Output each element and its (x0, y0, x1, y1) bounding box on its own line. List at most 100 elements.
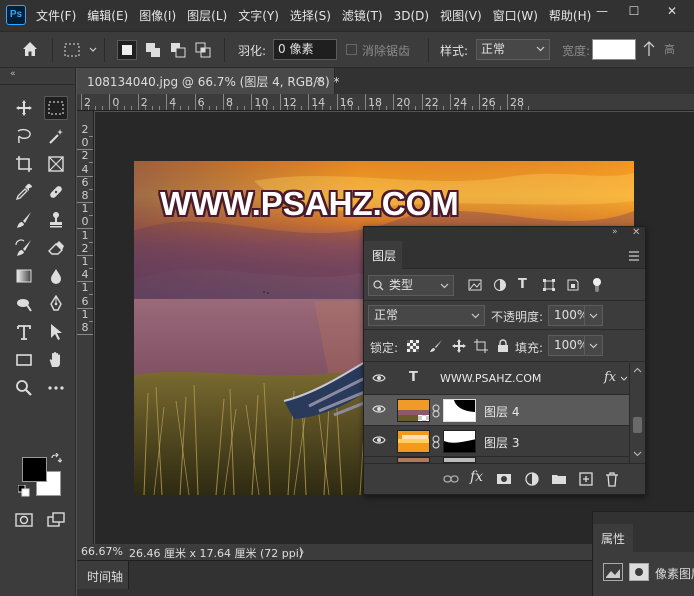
layer-mask-thumbnail[interactable] (443, 399, 476, 422)
frame-tool-icon[interactable] (44, 152, 68, 176)
filter-smart-object-icon[interactable] (566, 278, 580, 295)
lock-transparent-pixels-icon[interactable] (407, 340, 419, 355)
layer-filter-select[interactable]: 类型 (368, 275, 454, 296)
fill-dropdown-button[interactable] (584, 335, 603, 356)
filter-type-icon[interactable]: T (518, 277, 527, 292)
maximize-button[interactable]: ☐ (618, 0, 650, 22)
layer-row-3[interactable]: 图层 3 (364, 426, 629, 457)
collapse-toolbar-icon[interactable]: « (10, 69, 16, 79)
zoom-tool-icon[interactable] (12, 376, 36, 400)
rectangular-marquee-tool-icon[interactable] (44, 96, 68, 120)
hand-tool-icon[interactable] (44, 348, 68, 372)
swap-colors-icon[interactable] (50, 452, 63, 468)
visibility-eye-icon[interactable] (372, 435, 386, 445)
layers-scrollbar[interactable] (629, 363, 645, 463)
screen-mode-icon[interactable] (44, 508, 68, 532)
new-group-icon[interactable] (551, 471, 567, 487)
menu-item[interactable]: 选择(S) (290, 7, 331, 24)
style-select[interactable]: 正常 (476, 39, 550, 60)
more-tools-icon[interactable] (44, 376, 68, 400)
pen-tool-icon[interactable] (44, 292, 68, 316)
lock-image-pixels-icon[interactable] (429, 339, 443, 356)
menu-item[interactable]: 文字(Y) (238, 7, 279, 24)
visibility-eye-icon[interactable] (372, 373, 386, 383)
type-tool-icon[interactable] (12, 320, 36, 344)
collapse-panel-icon[interactable]: » (612, 227, 618, 237)
width-input[interactable] (592, 39, 636, 60)
swap-width-height-icon[interactable] (642, 41, 656, 63)
scroll-thumb[interactable] (633, 417, 642, 433)
blur-tool-icon[interactable] (44, 264, 68, 288)
add-to-selection-icon[interactable] (145, 42, 161, 58)
menu-item[interactable]: 3D(D) (394, 9, 429, 23)
link-layers-icon[interactable] (443, 471, 459, 487)
panel-menu-icon[interactable] (628, 250, 640, 264)
move-tool-icon[interactable] (12, 96, 36, 120)
close-panel-icon[interactable]: ✕ (632, 227, 640, 238)
close-window-button[interactable]: ✕ (656, 0, 688, 22)
new-layer-icon[interactable] (578, 471, 594, 487)
scroll-up-icon[interactable] (633, 367, 642, 373)
rectangle-tool-icon[interactable] (12, 348, 36, 372)
quick-mask-icon[interactable] (12, 508, 36, 532)
mask-properties-icon[interactable] (629, 563, 649, 581)
visibility-eye-icon[interactable] (372, 404, 386, 414)
menu-item[interactable]: 图像(I) (139, 7, 176, 24)
menu-item[interactable]: 编辑(E) (87, 7, 128, 24)
magic-wand-tool-icon[interactable] (44, 124, 68, 148)
feather-input[interactable]: 0 像素 (273, 39, 337, 60)
vertical-ruler[interactable]: 2024681012141618 (77, 111, 94, 544)
eraser-tool-icon[interactable] (44, 236, 68, 260)
tab-timeline[interactable]: 时间轴 (77, 561, 129, 589)
chevron-down-icon[interactable] (620, 376, 628, 382)
tab-properties[interactable]: 属性 (593, 524, 633, 552)
delete-layer-icon[interactable] (604, 471, 620, 487)
layer-row-text[interactable]: T WWW.PSAHZ.COM fx (364, 364, 629, 395)
gradient-tool-icon[interactable] (12, 264, 36, 288)
menu-item[interactable]: 文件(F) (36, 7, 76, 24)
scroll-down-icon[interactable] (633, 451, 642, 457)
mask-link-icon[interactable] (432, 435, 440, 449)
lock-all-icon[interactable] (497, 339, 509, 356)
menu-item[interactable]: 窗口(W) (493, 7, 538, 24)
intersect-selection-icon[interactable] (195, 42, 211, 58)
opacity-dropdown-button[interactable] (584, 305, 603, 326)
tab-layers[interactable]: 图层 (364, 241, 402, 269)
minimize-button[interactable]: — (586, 0, 618, 22)
status-menu-arrow-icon[interactable]: 〉 (299, 544, 310, 560)
layer-effects-icon[interactable]: fx (604, 370, 616, 385)
clone-stamp-tool-icon[interactable] (44, 208, 68, 232)
eyedropper-tool-icon[interactable] (12, 180, 36, 204)
filter-shape-icon[interactable] (542, 278, 556, 295)
path-selection-tool-icon[interactable] (44, 320, 68, 344)
history-brush-tool-icon[interactable] (12, 236, 36, 260)
zoom-level[interactable]: 66.67% (81, 545, 123, 558)
home-icon[interactable] (20, 39, 40, 61)
lasso-tool-icon[interactable] (12, 124, 36, 148)
menu-item[interactable]: 滤镜(T) (342, 7, 383, 24)
horizontal-ruler[interactable]: 2 0 2 4 6 8 10 12 14 16 18 20 22 24 26 28 (77, 94, 694, 111)
antialias-checkbox[interactable] (346, 44, 357, 55)
add-mask-icon[interactable] (496, 471, 512, 487)
lock-position-icon[interactable] (452, 339, 466, 356)
new-selection-icon[interactable] (117, 40, 137, 60)
lock-artboard-icon[interactable] (474, 339, 488, 356)
marquee-tool-preset-icon[interactable] (63, 41, 97, 63)
foreground-color-swatch[interactable] (22, 457, 47, 482)
document-tab[interactable]: 108134040.jpg @ 66.7% (图层 4, RGB/8) * × (77, 68, 339, 94)
default-colors-icon[interactable] (17, 484, 30, 500)
add-layer-style-icon[interactable]: fx (470, 469, 486, 485)
blend-mode-select[interactable]: 正常 (368, 305, 485, 326)
filter-adjustment-icon[interactable] (493, 278, 507, 295)
healing-brush-tool-icon[interactable] (44, 180, 68, 204)
subtract-from-selection-icon[interactable] (170, 42, 186, 58)
menu-item[interactable]: 帮助(H) (549, 7, 591, 24)
layer-mask-thumbnail[interactable] (443, 430, 476, 453)
new-adjustment-layer-icon[interactable] (524, 471, 540, 487)
layer-row-4[interactable]: 图层 4 (364, 395, 629, 426)
brush-tool-icon[interactable] (12, 208, 36, 232)
crop-tool-icon[interactable] (12, 152, 36, 176)
mask-link-icon[interactable] (432, 404, 440, 418)
dodge-tool-icon[interactable] (12, 292, 36, 316)
close-document-icon[interactable]: × (315, 73, 324, 86)
